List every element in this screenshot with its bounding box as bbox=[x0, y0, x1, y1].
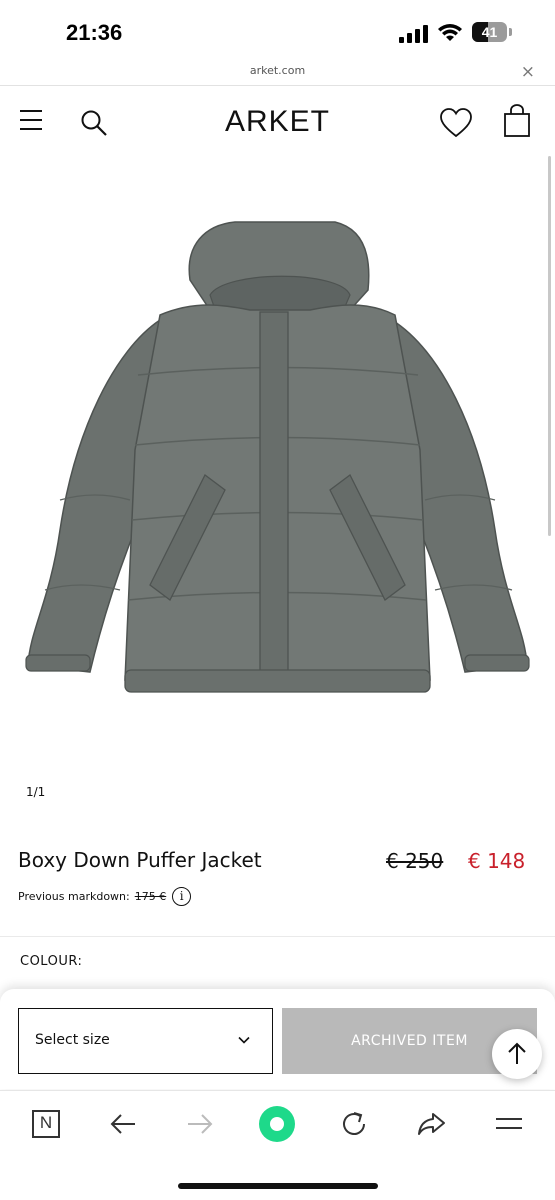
scroll-to-top-button[interactable] bbox=[492, 1029, 542, 1079]
battery-level: 41 bbox=[481, 24, 498, 40]
wifi-icon bbox=[438, 24, 462, 41]
chevron-down-icon bbox=[238, 1036, 250, 1044]
shopping-bag-icon[interactable] bbox=[503, 104, 531, 138]
status-bar: 21:36 41 bbox=[0, 0, 555, 62]
back-arrow-icon[interactable] bbox=[108, 1109, 138, 1139]
arrow-up-icon bbox=[508, 1042, 526, 1064]
info-icon[interactable]: i bbox=[172, 887, 192, 906]
share-icon[interactable] bbox=[416, 1109, 446, 1139]
assistant-orb-icon[interactable] bbox=[258, 1105, 296, 1143]
n-tab-icon[interactable]: N bbox=[31, 1109, 61, 1139]
menu-lines-icon[interactable] bbox=[494, 1109, 524, 1139]
product-image-jacket[interactable] bbox=[20, 200, 535, 705]
site-header: ARKET bbox=[0, 87, 555, 155]
cellular-signal-icon bbox=[399, 25, 428, 43]
n-tab-label: N bbox=[39, 1113, 53, 1132]
sale-price: € 148 bbox=[468, 849, 526, 873]
close-icon[interactable]: × bbox=[521, 62, 535, 82]
purchase-panel: Select size ARCHIVED ITEM bbox=[0, 989, 555, 1089]
browser-toolbar: N bbox=[0, 1090, 555, 1200]
status-time: 21:36 bbox=[66, 20, 123, 45]
wishlist-heart-icon[interactable] bbox=[439, 107, 473, 139]
colour-label: COLOUR: bbox=[20, 954, 83, 969]
home-indicator[interactable] bbox=[178, 1183, 378, 1189]
image-counter: 1/1 bbox=[26, 785, 46, 799]
forward-arrow-icon[interactable] bbox=[185, 1109, 215, 1139]
size-select[interactable]: Select size bbox=[18, 1008, 273, 1074]
size-select-label: Select size bbox=[35, 1032, 110, 1048]
previous-markdown: Previous markdown: 175 € i bbox=[18, 887, 192, 906]
page-scrollbar[interactable] bbox=[548, 156, 551, 536]
battery-icon: 41 bbox=[472, 22, 512, 42]
reload-icon[interactable] bbox=[339, 1109, 369, 1139]
markdown-label: Previous markdown: bbox=[18, 890, 130, 903]
divider bbox=[0, 936, 555, 937]
url-domain[interactable]: arket.com bbox=[0, 64, 555, 77]
original-price: € 250 bbox=[386, 849, 444, 873]
product-title: Boxy Down Puffer Jacket bbox=[18, 848, 262, 872]
markdown-price: 175 € bbox=[134, 890, 167, 903]
url-bar[interactable]: arket.com × bbox=[0, 62, 555, 86]
